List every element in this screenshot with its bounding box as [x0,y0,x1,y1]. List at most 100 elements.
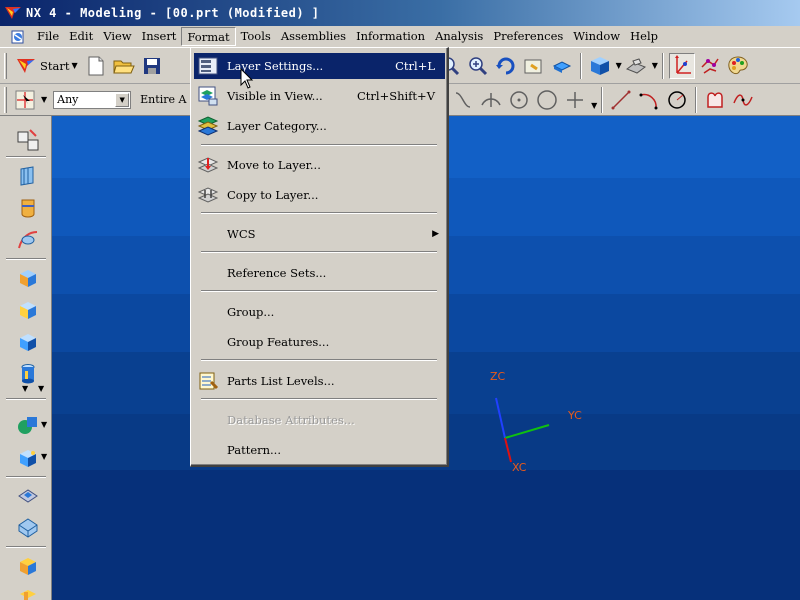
mouse-cursor-icon [240,68,254,89]
menu-item-reference-sets[interactable]: Reference Sets... [194,260,445,286]
circle-icon [668,90,687,109]
midpoint-snap-icon [481,92,501,107]
menu-preferences[interactable]: Preferences [488,27,568,46]
shell-icon [18,489,38,503]
analysis-button[interactable] [697,53,723,79]
menu-item-copy-to-layer[interactable]: Copy to Layer... [194,182,445,208]
spline-button[interactable] [730,87,756,113]
chevron-down-icon: ▼ [71,61,78,70]
quadrant-point-icon [537,89,557,110]
sweep-icon [18,231,38,249]
selection-filter-button[interactable] [12,87,38,113]
curve-snap-button[interactable] [450,87,476,113]
menu-help[interactable]: Help [625,27,663,46]
center-snap-button[interactable] [506,87,532,113]
wcs-display-button[interactable] [668,52,695,79]
menu-window[interactable]: Window [568,27,625,46]
sketch-icon [17,129,39,151]
block-icon [20,270,36,287]
menu-item-group-features[interactable]: Group Features... [194,329,445,355]
cone-button[interactable] [13,328,43,356]
unite-button[interactable] [13,412,43,440]
chevron-down-icon[interactable]: ▼ [41,452,47,461]
move-to-layer-icon [196,154,220,176]
menu-file[interactable]: File [32,27,64,46]
chevron-down-icon[interactable]: ▼ [22,384,28,393]
hole-icon [20,590,36,600]
start-icon [17,58,35,73]
menu-item-pattern[interactable]: Pattern... [194,437,445,463]
draft-button[interactable] [13,514,43,542]
hole-button[interactable] [13,582,43,600]
toolbar-grip[interactable] [4,86,7,113]
view-orient-icon [625,57,646,74]
selection-scope-select[interactable]: Entire A [137,90,194,109]
fit-button[interactable] [549,53,575,79]
edge-blend-button[interactable] [13,444,43,472]
document-icon[interactable] [10,29,26,45]
menu-format[interactable]: Format [181,27,236,46]
select-cursor-icon [15,90,35,109]
start-button[interactable]: Start ▼ [11,53,82,79]
sweep-button[interactable] [13,226,43,254]
chevron-down-icon[interactable]: ▼ [41,420,47,429]
block-button[interactable] [13,264,43,292]
menu-item-move-to-layer[interactable]: Move to Layer... [194,152,445,178]
menu-edit[interactable]: Edit [64,27,98,46]
revolve-icon [21,199,35,218]
shaded-view-button[interactable] [587,53,613,79]
point-snap-button[interactable] [562,87,588,113]
arc-button[interactable] [636,87,662,113]
open-button[interactable] [111,53,137,79]
menu-view[interactable]: View [98,27,136,46]
extrude-button[interactable] [13,162,43,190]
view-orient-button[interactable] [623,53,649,79]
menu-item-parts-list-levels[interactable]: Parts List Levels... [194,368,445,394]
chevron-down-icon[interactable]: ▼ [41,95,47,104]
rotate-button[interactable] [493,53,519,79]
left-toolbar: ▼ ▼ ▼ ▼ [0,116,52,600]
shell-button[interactable] [13,482,43,510]
quadrant-snap-button[interactable] [534,87,560,113]
menu-assemblies[interactable]: Assemblies [276,27,351,46]
toolbar-grip[interactable] [4,52,7,79]
palette-button[interactable] [725,53,751,79]
sketch-profile-icon [707,91,724,108]
window-title: NX 4 - Modeling - [00.prt (Modified) ] [26,6,320,20]
menu-information[interactable]: Information [351,27,430,46]
circle-button[interactable] [664,87,690,113]
sketch-tool-button[interactable] [13,126,43,154]
line-button[interactable] [608,87,634,113]
offset-face-button[interactable] [13,552,43,580]
chevron-down-icon[interactable]: ▼ [38,384,44,393]
curve-analysis-icon [701,58,719,74]
spline-icon [733,93,754,106]
zoom-button[interactable] [465,53,491,79]
parts-list-levels-icon [196,370,220,392]
menu-item-layer-category[interactable]: Layer Category... [194,113,445,139]
menu-analysis[interactable]: Analysis [430,27,488,46]
menu-item-visible-in-view[interactable]: Visible in View... Ctrl+Shift+V [194,83,445,109]
xc-axis-label: XC [512,461,527,474]
pan-button[interactable] [521,53,547,79]
menu-tools[interactable]: Tools [236,27,276,46]
chevron-down-icon[interactable]: ▼ [115,92,130,107]
chevron-down-icon[interactable]: ▼ [591,101,597,110]
existing-point-icon [567,91,584,108]
menu-item-group[interactable]: Group... [194,299,445,325]
arc-icon [639,93,658,109]
menu-item-wcs[interactable]: WCS ▶ [194,221,445,247]
revolve-button[interactable] [13,194,43,222]
copy-to-layer-icon [196,184,220,206]
type-filter-select[interactable]: Any ▼ [53,90,132,109]
chevron-down-icon[interactable]: ▼ [652,61,658,70]
cylinder-icon [20,302,36,319]
new-file-button[interactable] [83,53,109,79]
chevron-down-icon[interactable]: ▼ [616,61,622,70]
menu-insert[interactable]: Insert [137,27,182,46]
save-button[interactable] [139,53,165,79]
sketch-button[interactable] [702,87,728,113]
midpoint-snap-button[interactable] [478,87,504,113]
menu-item-layer-settings[interactable]: Layer Settings... Ctrl+L [194,53,445,79]
cylinder-button[interactable] [13,296,43,324]
